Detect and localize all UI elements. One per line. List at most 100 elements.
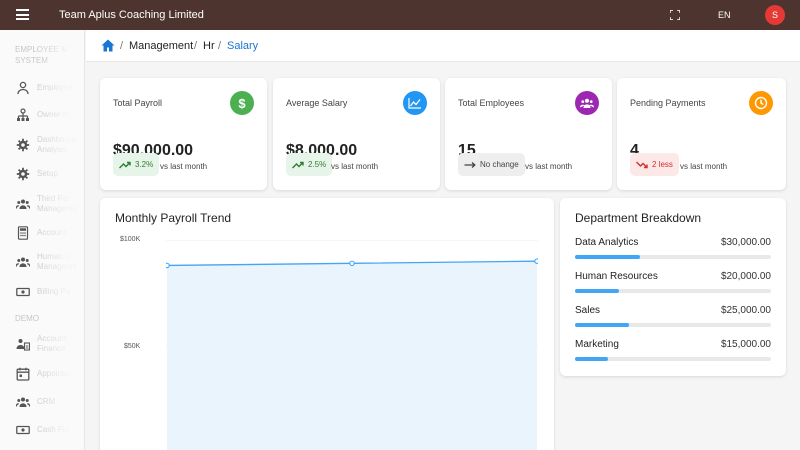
payroll-trend-panel: Monthly Payroll Trend $100K $50K	[100, 198, 554, 450]
sidebar-item-label: Appointm	[37, 369, 71, 378]
sidebar-item-label: Human C Manageme	[37, 252, 78, 271]
data-point[interactable]	[534, 258, 538, 264]
department-title: Department Breakdown	[575, 211, 702, 225]
change-value: 2 less	[652, 160, 673, 169]
sidebar-item-billing[interactable]: Billing Pa	[0, 280, 84, 306]
gear-icon	[16, 138, 30, 152]
stat-label: Average Salary	[286, 98, 348, 108]
group-icon	[16, 397, 30, 407]
sidebar-section-title: EMPLOYEE M SYSTEM	[15, 45, 68, 65]
main-content: / Management / Hr / Salary Total Payroll…	[86, 30, 800, 450]
chart-title: Monthly Payroll Trend	[115, 211, 232, 225]
sidebar-item-label: Accounti Finance	[37, 334, 68, 353]
sidebar-item-label: Accounti	[37, 228, 68, 237]
breadcrumb-hr[interactable]: Hr	[203, 40, 215, 52]
department-name: Data Analytics	[575, 237, 639, 248]
stat-label: Total Payroll	[113, 98, 163, 108]
sidebar-item-accounting[interactable]: Accounti	[0, 221, 84, 247]
department-bar-track	[575, 289, 771, 293]
payroll-trend-chart	[166, 240, 538, 450]
sidebar-item-third-party[interactable]: Third Par Manageme	[0, 192, 84, 218]
person-icon	[17, 81, 29, 95]
calendar-icon	[16, 367, 30, 381]
stat-label: Pending Payments	[630, 98, 706, 108]
department-bar-fill	[575, 255, 641, 259]
sidebar-item-label: Owner In	[37, 110, 70, 119]
breadcrumb-separator: /	[120, 40, 124, 52]
change-chip: 2 less	[630, 153, 679, 176]
sidebar-item-employee[interactable]: Employee	[0, 76, 84, 102]
org-chart-icon	[17, 108, 29, 121]
trend-down-icon	[636, 161, 648, 168]
dollar-icon: $	[230, 91, 254, 115]
sidebar-item-setup[interactable]: Setup	[0, 162, 84, 188]
department-bar-track	[575, 255, 771, 259]
sidebar: EMPLOYEE M SYSTEM Employee Owner In Dash…	[0, 30, 85, 450]
stat-card-total-payroll: Total Payroll $ $90,000.00 3.2% vs last …	[100, 78, 267, 190]
avatar[interactable]: S	[765, 5, 785, 25]
group-icon	[16, 199, 30, 209]
sidebar-item-owner[interactable]: Owner In	[0, 103, 84, 129]
sidebar-item-label: Third Par Manageme	[37, 194, 78, 213]
change-value: 2.5%	[308, 160, 327, 169]
department-bar-fill	[575, 323, 630, 327]
arrow-right-icon	[464, 161, 476, 168]
change-chip: 3.2%	[113, 153, 160, 176]
stat-card-pending-payments: Pending Payments 4 2 less vs last month	[617, 78, 786, 190]
department-amount: $15,000.00	[720, 339, 771, 350]
stat-label: Total Employees	[458, 98, 525, 108]
sidebar-item-human-capital[interactable]: Human C Manageme	[0, 250, 84, 276]
calculator-icon	[17, 226, 29, 240]
language-switcher[interactable]: EN	[718, 10, 731, 20]
change-chip: 2.5%	[286, 153, 333, 176]
trend-up-icon	[119, 161, 131, 168]
sidebar-item-label: Billing Pa	[37, 287, 71, 296]
comparison-note: vs last month	[680, 162, 728, 171]
breadcrumb: / Management / Hr / Salary	[86, 30, 800, 62]
series-area	[167, 261, 537, 450]
trend-chart-icon	[403, 91, 427, 115]
breadcrumb-separator: /	[218, 40, 222, 52]
money-icon	[16, 287, 30, 297]
people-icon	[575, 91, 599, 115]
sidebar-item-appointments[interactable]: Appointm	[0, 362, 84, 388]
trend-up-icon	[292, 161, 304, 168]
comparison-note: vs last month	[525, 162, 573, 171]
home-icon[interactable]	[101, 39, 115, 52]
app-title: Team Aplus Coaching Limited	[59, 9, 204, 21]
y-tick-label: $100K	[120, 236, 141, 243]
change-chip: No change	[458, 153, 525, 176]
department-bar-track	[575, 357, 771, 361]
department-bar-fill	[575, 289, 619, 293]
finance-icon	[16, 339, 30, 351]
department-name: Marketing	[575, 339, 619, 350]
y-tick-label: $50K	[124, 343, 141, 350]
sidebar-item-label: Setup	[37, 169, 58, 178]
breadcrumb-separator: /	[194, 40, 198, 52]
menu-icon[interactable]	[16, 9, 29, 20]
sidebar-item-label: Employee	[37, 83, 73, 92]
sidebar-item-dashboard[interactable]: Dashboard Analysis	[0, 133, 84, 159]
department-amount: $25,000.00	[720, 305, 771, 316]
change-value: No change	[480, 160, 519, 169]
department-breakdown-panel: Department Breakdown Data Analytics $30,…	[560, 198, 786, 376]
sidebar-item-cash-flow[interactable]: Cash Flo	[0, 418, 84, 444]
department-name: Human Resources	[575, 271, 658, 282]
fullscreen-icon[interactable]	[670, 10, 680, 20]
app-header: Team Aplus Coaching Limited EN S	[0, 0, 800, 30]
sidebar-item-label: Dashboard Analysis	[37, 135, 77, 154]
department-amount: $30,000.00	[720, 237, 771, 248]
data-point[interactable]	[166, 262, 170, 269]
stat-card-average-salary: Average Salary $8,000.00 2.5% vs last mo…	[273, 78, 440, 190]
sidebar-item-crm[interactable]: CRM	[0, 390, 84, 416]
department-amount: $20,000.00	[720, 271, 771, 282]
breadcrumb-salary: Salary	[227, 40, 259, 52]
gear-icon	[16, 167, 30, 181]
sidebar-item-accounting-finance[interactable]: Accounti Finance	[0, 332, 84, 358]
comparison-note: vs last month	[160, 162, 208, 171]
sidebar-item-label: CRM	[37, 397, 56, 406]
breadcrumb-management[interactable]: Management	[129, 40, 193, 52]
department-name: Sales	[575, 305, 601, 316]
clock-icon	[749, 91, 773, 115]
data-point[interactable]	[349, 260, 355, 267]
